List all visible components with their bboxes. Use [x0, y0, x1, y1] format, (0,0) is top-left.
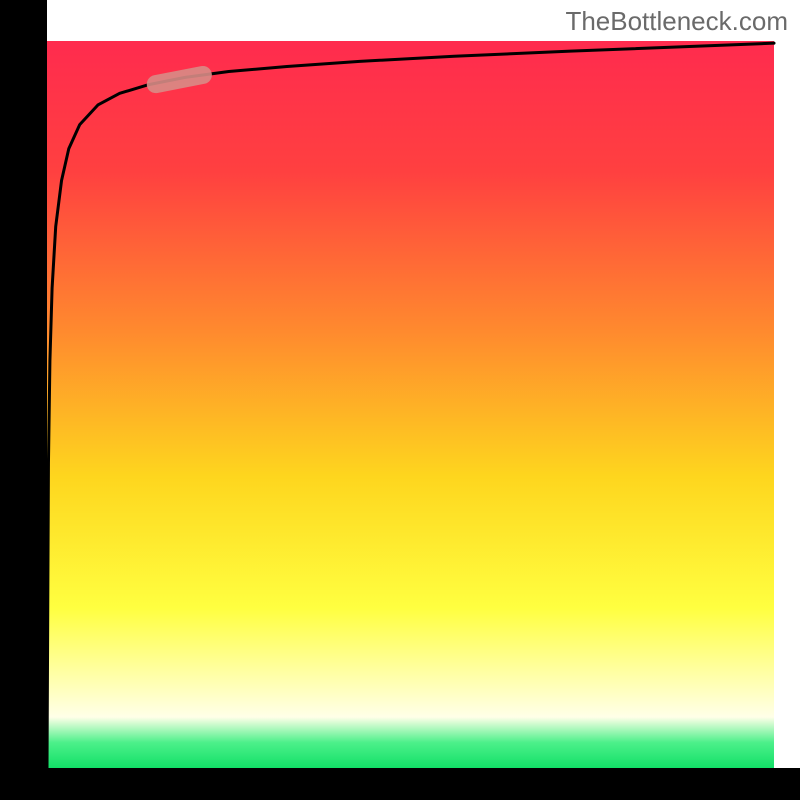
- watermark-text: TheBottleneck.com: [565, 6, 788, 37]
- frame-left-border: [0, 0, 47, 800]
- chart-svg: [0, 0, 800, 800]
- plot-background-gradient: [47, 41, 774, 768]
- chart-container: TheBottleneck.com: [0, 0, 800, 800]
- frame-bottom-border: [0, 768, 800, 800]
